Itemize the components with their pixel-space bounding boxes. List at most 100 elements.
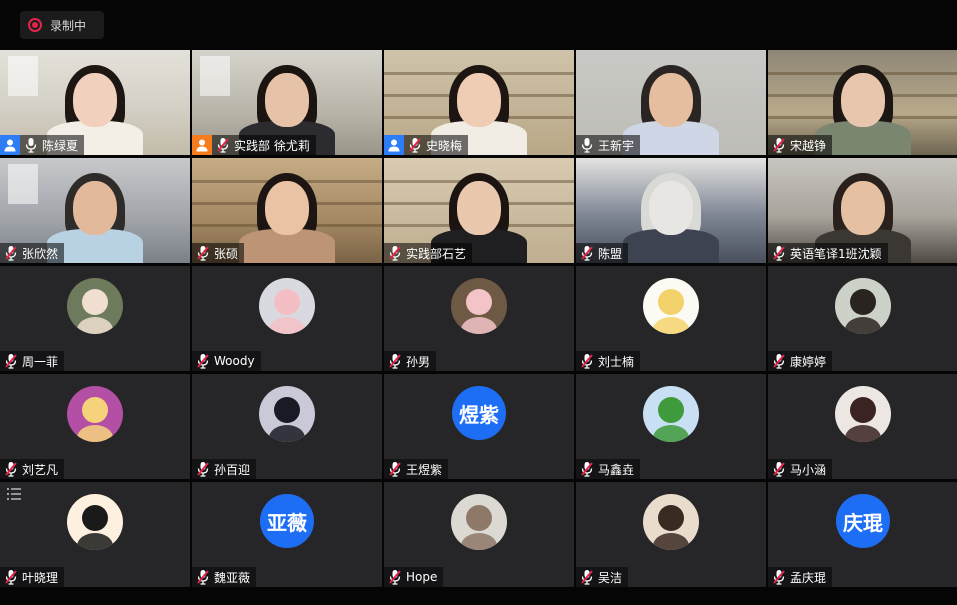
participant-tile[interactable]: 刘士楠 [576,266,766,371]
participant-tile[interactable]: 叶晓理 [0,482,190,587]
participant-tile[interactable]: 马鑫垚 [576,374,766,479]
participant-figure [616,163,726,263]
microphone-muted-icon [389,246,401,261]
participant-tile[interactable]: 陈盟 [576,158,766,263]
participant-tile[interactable]: Hope [384,482,574,587]
participant-name-label: 孟庆琨 [768,567,833,587]
video-grid: 陈绿夏 实践部 徐尤莉 史晓梅 王新宇 宋越铮张欣然 张硕 实践部石艺 陈盟 英语笔译1班沈颖周… [0,50,957,587]
mic-status [388,569,402,585]
participant-tile[interactable]: 马小涵 [768,374,957,479]
participant-tile[interactable]: 康婷婷 [768,266,957,371]
mic-status [580,461,594,477]
window [200,56,230,96]
participant-name-label: 孙百迎 [192,459,257,479]
recording-indicator[interactable]: 录制中 [20,11,104,39]
participant-name: 陈绿夏 [42,138,79,153]
participant-tile[interactable]: 英语笔译1班沈颖 [768,158,957,263]
participant-name: 孙百迎 [214,462,251,477]
window [8,56,38,96]
dog-photo-icon [67,278,123,334]
microphone-icon [25,138,37,153]
mic-status [772,353,786,369]
participant-name-label: 马小涵 [768,459,833,479]
avatar-initials: 煜紫 [452,386,506,440]
participant-tile[interactable]: Woody [192,266,382,371]
mic-status [772,245,786,261]
participant-tile[interactable]: 史晓梅 [384,50,574,155]
host-person-icon [4,139,16,152]
microphone-muted-icon [773,570,785,585]
participant-tile[interactable]: 孙百迎 [192,374,382,479]
microphone-icon [581,138,593,153]
microphone-muted-icon [197,354,209,369]
participant-tile[interactable]: 煜紫 王煜紫 [384,374,574,479]
participant-tile[interactable]: 周一菲 [0,266,190,371]
woman-photo-icon [835,386,891,442]
participant-name-label: Woody [192,351,261,371]
participant-name: 孙男 [406,354,431,369]
participant-name: 刘士楠 [598,354,635,369]
face [73,181,117,235]
anime-reader-icon [67,494,123,550]
microphone-muted-icon [773,138,785,153]
participant-tile[interactable]: 亚薇 魏亚薇 [192,482,382,587]
participant-name-label: 陈盟 [576,243,629,263]
participant-name-label: 张欣然 [0,243,65,263]
mic-status [4,461,18,477]
participant-name-label: 张硕 [192,243,245,263]
participant-tile[interactable]: 张硕 [192,158,382,263]
mic-status [216,137,230,153]
participant-tile[interactable]: 实践部 徐尤莉 [192,50,382,155]
mic-status [4,353,18,369]
participant-tile[interactable]: 宋越铮 [768,50,957,155]
microphone-muted-icon [581,246,593,261]
window [8,164,38,204]
microphone-muted-icon [409,138,421,153]
participant-name-label: 刘士楠 [576,351,641,371]
participant-name: 吴洁 [598,570,623,585]
participant-tile[interactable]: 陈绿夏 [0,50,190,155]
record-icon [28,18,42,32]
microphone-muted-icon [773,462,785,477]
participant-name: Woody [214,354,255,368]
pig-doll-icon [259,278,315,334]
participant-name-label: 陈绿夏 [0,135,85,155]
microphone-muted-icon [197,570,209,585]
participant-name: 张欣然 [22,246,59,261]
participant-name: 英语笔译1班沈颖 [790,246,882,261]
participant-tile[interactable]: 王新宇 [576,50,766,155]
participant-name: 马鑫垚 [598,462,635,477]
participant-name: 孟庆琨 [790,570,827,585]
mic-status [408,137,422,153]
participant-tile[interactable]: 张欣然 [0,158,190,263]
participant-name-label: 英语笔译1班沈颖 [768,243,888,263]
participant-tile[interactable]: 吴洁 [576,482,766,587]
mic-status [388,245,402,261]
participant-tile[interactable]: 实践部石艺 [384,158,574,263]
participant-name: 康婷婷 [790,354,827,369]
mic-status [4,245,18,261]
mic-status [196,353,210,369]
participant-name-label: 孙男 [384,351,437,371]
mic-status [196,245,210,261]
microphone-muted-icon [389,354,401,369]
host-badge [0,135,20,155]
participant-tile[interactable]: 孙男 [384,266,574,371]
participant-tile[interactable]: 庆琨孟庆琨 [768,482,957,587]
participant-name: 王新宇 [598,138,635,153]
cabbage-icon [643,386,699,442]
participant-name-label: Hope [384,567,444,587]
participant-name: 魏亚薇 [214,570,251,585]
girl-smile-icon [643,494,699,550]
face [265,73,309,127]
participant-name-label: 实践部石艺 [384,243,473,263]
list-menu-icon[interactable] [0,482,28,506]
participant-tile[interactable]: 刘艺凡 [0,374,190,479]
face [457,73,501,127]
participant-name: 周一菲 [22,354,59,369]
avatar-initials: 庆琨 [836,494,890,548]
kitten-icon [451,494,507,550]
participant-name-label: 魏亚薇 [192,567,257,587]
face [649,73,693,127]
silhouette-icon [259,386,315,442]
